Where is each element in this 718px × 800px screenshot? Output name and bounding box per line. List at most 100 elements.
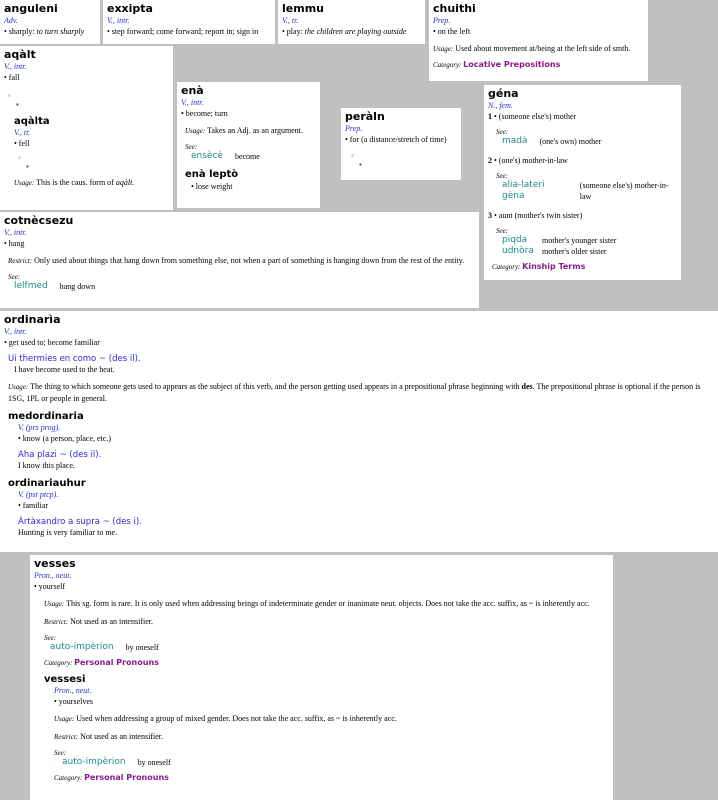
entry-exxipta: exxipta V., intr. • step forward; come f…: [103, 0, 275, 44]
bullet: ▪: [16, 100, 19, 109]
xref-link[interactable]: alia-lateri gèna: [502, 180, 568, 202]
headword: aqàlt: [4, 48, 36, 61]
cross-reference: piqda mother's younger sister: [502, 235, 617, 246]
sub-headword: vessesi: [44, 674, 86, 685]
headword: vesses: [34, 557, 76, 570]
headword: anguleni: [4, 2, 58, 15]
part-of-speech: V. (prs prog).: [18, 423, 61, 432]
sense-1: 1 • (someone else's) mother: [488, 112, 577, 121]
entry-vesses: vesses Pron., neut. • yourself Usage: Th…: [30, 555, 613, 800]
sub-headword: enà leptò: [185, 169, 239, 180]
bullet: ◦: [8, 91, 11, 100]
restrict-note: Restrict: Only used about things that ha…: [8, 256, 465, 265]
usage-note: Usage: This is the caus. form of aqàlt.: [14, 178, 135, 187]
bullet: ◦: [351, 151, 354, 160]
xref-link[interactable]: udnòra: [502, 246, 534, 257]
bullet: ▪: [359, 160, 362, 169]
part-of-speech: V., intr.: [4, 327, 27, 336]
part-of-speech: V., intr.: [107, 16, 130, 25]
see-label: See:: [496, 128, 509, 136]
category-link[interactable]: Kinship Terms: [522, 262, 585, 271]
part-of-speech: V., intr.: [4, 62, 27, 71]
example-sentence: Aha plazi ~ (des il).: [18, 450, 102, 460]
part-of-speech: V., tr.: [282, 16, 299, 25]
category: Category: Personal Pronouns: [44, 658, 159, 667]
sense-2: 2 • (one's) mother-in-law: [488, 156, 568, 165]
definition: • fall: [4, 73, 20, 82]
definition: • hang: [4, 239, 25, 248]
definition: • yourselves: [54, 697, 94, 706]
category: Category: Kinship Terms: [492, 262, 586, 271]
cross-reference: madà (one's own) mother: [502, 136, 602, 147]
category: Category: Locative Prepositions: [433, 60, 561, 69]
category: Category: Personal Pronouns: [54, 773, 169, 782]
headword: géna: [488, 87, 519, 100]
part-of-speech: V., tr.: [14, 128, 31, 137]
headword: lemmu: [282, 2, 324, 15]
sub-headword: ordinariauhur: [8, 478, 86, 489]
headword: ordinarìa: [4, 313, 61, 326]
entry-ordinaria: ordinarìa V., intr. • get used to; becom…: [0, 311, 718, 552]
category-link[interactable]: Locative Prepositions: [463, 60, 560, 69]
definition: • familiar: [18, 501, 49, 510]
usage-note: Usage: Used when addressing a group of m…: [54, 714, 397, 723]
part-of-speech: V. (pst ptcp).: [18, 490, 59, 499]
definition: • for (a distance/stretch of time): [345, 135, 447, 144]
headword: peràln: [345, 110, 385, 123]
restrict-note: Restrict: Not used as an intensifier.: [54, 732, 163, 741]
part-of-speech: Pron., neut.: [54, 686, 92, 695]
xref-link[interactable]: piqda: [502, 235, 530, 246]
cross-reference: udnòra mother's older sister: [502, 246, 607, 257]
entry-chuithi: chuithi Prep. • on the left Usage: Used …: [429, 0, 648, 81]
part-of-speech: Prep.: [433, 16, 451, 25]
cross-reference: lelfmed hang down: [14, 281, 96, 292]
sub-headword: medordinaria: [8, 411, 84, 422]
entry-gena: géna N., fem. 1 • (someone else's) mothe…: [484, 85, 681, 280]
part-of-speech: N., fem.: [488, 101, 513, 110]
see-label: See:: [496, 227, 509, 235]
part-of-speech: Pron., neut.: [34, 571, 72, 580]
xref-link[interactable]: auto-impèrion: [50, 642, 114, 653]
definition: • play: the children are playing outside: [282, 27, 407, 36]
headword: enà: [181, 84, 204, 97]
headword: exxipta: [107, 2, 153, 15]
xref-link[interactable]: madà: [502, 136, 528, 147]
xref-link[interactable]: ensècè: [191, 151, 223, 162]
xref-link[interactable]: lelfmed: [14, 281, 48, 292]
part-of-speech: Adv.: [4, 16, 18, 25]
see-label: See:: [54, 749, 67, 757]
part-of-speech: V., intr.: [4, 228, 27, 237]
bullet: ▪: [26, 162, 29, 171]
category-link[interactable]: Personal Pronouns: [84, 773, 169, 782]
cross-reference: auto-impèrion by oneself: [62, 757, 171, 768]
entry-anguleni: anguleni Adv. • sharply: to turn sharply: [0, 0, 100, 44]
example-sentence: Àrtàxandro a supra ~ (des i).: [18, 517, 142, 527]
restrict-note: Restrict: Not used as an intensifier.: [44, 617, 153, 626]
definition: • know (a person, place, etc.): [18, 434, 111, 443]
category-link[interactable]: Personal Pronouns: [74, 658, 159, 667]
usage-note: Usage: Takes an Adj. as an argument.: [185, 126, 304, 135]
cross-reference: alia-lateri gèna (someone else's) mother-…: [502, 180, 669, 202]
example-translation: I know this place.: [18, 461, 75, 470]
cross-reference: auto-impèrion by oneself: [50, 642, 159, 653]
definition: • yourself: [34, 582, 66, 591]
entry-lemmu: lemmu V., tr. • play: the children are p…: [278, 0, 425, 44]
definition: • fell: [14, 139, 30, 148]
usage-note: Usage: Used about movement at/being at t…: [433, 44, 631, 53]
definition: • become; turn: [181, 109, 228, 118]
example-translation: Hunting is very familiar to me.: [18, 528, 118, 537]
xref-link[interactable]: auto-impèrion: [62, 757, 126, 768]
usage-note: Usage: The thing to which someone gets u…: [8, 382, 701, 403]
definition: • lose weight: [191, 182, 233, 191]
example-sentence: Ui thermies en como ~ (des il).: [8, 354, 141, 364]
usage-note: Usage: This sg. form is rare. It is only…: [44, 599, 590, 608]
entry-ena: enà V., intr. • become; turn Usage: Take…: [177, 82, 320, 208]
sub-headword: aqàlta: [14, 116, 50, 127]
example-translation: I have become used to the heat.: [14, 365, 115, 374]
definition: • get used to; become familiar: [4, 338, 100, 347]
entry-cotnecsezu: cotnècsezu V., intr. • hang Restrict: On…: [0, 212, 479, 308]
entry-aqalt: aqàlt V., intr. • fall ◦ ▪ aqàlta V., tr…: [0, 46, 173, 210]
part-of-speech: V., intr.: [181, 98, 204, 107]
see-label: See:: [496, 172, 509, 180]
definition: • sharply: to turn sharply: [4, 27, 85, 36]
